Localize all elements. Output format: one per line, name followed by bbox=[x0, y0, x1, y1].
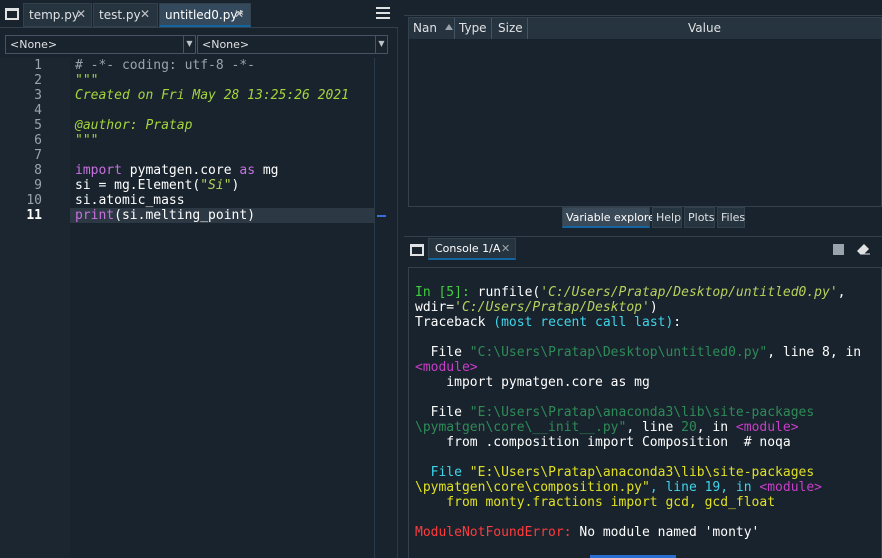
tab-label: test.py bbox=[99, 8, 141, 22]
tab-help[interactable]: Help bbox=[652, 207, 682, 228]
function-selector[interactable]: <None> ▼ bbox=[197, 35, 388, 54]
line-number: 7 bbox=[34, 148, 42, 163]
tab-plots[interactable]: Plots bbox=[684, 207, 715, 228]
console-line: File "C:\Users\Pratap\Desktop\untitled0.… bbox=[415, 345, 862, 360]
scrollbar[interactable] bbox=[374, 58, 397, 558]
console-error-line: ModuleNotFoundError: No module named 'mo… bbox=[415, 525, 760, 540]
column-header-size[interactable]: Size bbox=[492, 18, 528, 39]
console-tabbar: Console 1/A ✕ bbox=[404, 237, 882, 261]
console-line: Traceback (most recent call last): bbox=[415, 315, 682, 330]
editor-tabbar: temp.py ✕ test.py ✕ untitled0.py* ✕ bbox=[0, 0, 398, 28]
console-line: import pymatgen.core as mg bbox=[415, 375, 650, 390]
code-line: si = mg.Element("Si") bbox=[75, 178, 240, 193]
console-line: \pymatgen\core\__init__.py", line 20, in… bbox=[415, 420, 799, 435]
tab-test-py[interactable]: test.py ✕ bbox=[93, 3, 158, 27]
console-line: In [5]: runfile('C:/Users/Pratap/Desktop… bbox=[415, 285, 846, 300]
column-header-type[interactable]: Type bbox=[455, 18, 492, 39]
code-line: Created on Fri May 28 13:25:26 2021 bbox=[75, 88, 349, 103]
close-icon[interactable]: ✕ bbox=[501, 242, 510, 255]
code-line: """ bbox=[75, 133, 99, 148]
line-number: 9 bbox=[34, 178, 42, 193]
console-line: File "E:\Users\Pratap\anaconda3\lib\site… bbox=[415, 465, 815, 480]
tab-console-1-a[interactable]: Console 1/A ✕ bbox=[428, 238, 516, 260]
tab-variable-explorer[interactable]: Variable explorer bbox=[562, 207, 659, 228]
line-number: 8 bbox=[34, 163, 42, 178]
code-line: print(si.melting_point) bbox=[75, 208, 256, 223]
variable-explorer-pane: Nan Type Size Value Variable explorer He… bbox=[404, 0, 882, 232]
console-line: <module> bbox=[415, 360, 478, 375]
line-number: 1 bbox=[34, 58, 42, 73]
close-icon[interactable]: ✕ bbox=[140, 7, 150, 21]
ipython-console-pane: Console 1/A ✕ In [5]: runfile('C:/Users/… bbox=[404, 236, 882, 558]
code-editor[interactable]: 1 2 3 4 5 6 7 8 9 10 11 # -*- coding: ut… bbox=[0, 58, 397, 558]
line-number: 6 bbox=[34, 133, 42, 148]
console-output[interactable]: In [5]: runfile('C:/Users/Pratap/Desktop… bbox=[408, 267, 882, 558]
class-selector[interactable]: <None> ▼ bbox=[5, 35, 196, 54]
tab-label: untitled0.py* bbox=[165, 8, 244, 22]
menu-icon[interactable] bbox=[376, 7, 390, 19]
tab-files[interactable]: Files bbox=[717, 207, 745, 228]
tab-temp-py[interactable]: temp.py ✕ bbox=[23, 3, 92, 27]
line-number: 10 bbox=[26, 193, 42, 208]
window-options-icon[interactable] bbox=[410, 244, 424, 256]
tab-label: Console 1/A bbox=[435, 242, 501, 255]
code-line: import pymatgen.core as mg bbox=[75, 163, 279, 178]
sort-ascending-icon bbox=[445, 24, 453, 30]
class-selector-value: <None> bbox=[10, 38, 58, 51]
editor-pane: temp.py ✕ test.py ✕ untitled0.py* ✕ <Non… bbox=[0, 0, 398, 558]
console-line: \pymatgen\core\composition.py", line 19,… bbox=[415, 480, 823, 495]
chevron-down-icon: ▼ bbox=[375, 36, 387, 53]
tab-untitled0-py[interactable]: untitled0.py* ✕ bbox=[159, 3, 251, 27]
line-number: 2 bbox=[34, 73, 42, 88]
variable-explorer-toolbar bbox=[404, 0, 882, 16]
eraser-icon[interactable] bbox=[856, 243, 870, 255]
code-line: """ bbox=[75, 73, 99, 88]
console-line: wdir='C:/Users/Pratap/Desktop') bbox=[415, 300, 658, 315]
line-number: 3 bbox=[34, 88, 42, 103]
console-line: from .composition import Composition # n… bbox=[415, 435, 791, 450]
stop-icon[interactable] bbox=[833, 244, 844, 255]
function-selector-value: <None> bbox=[202, 38, 250, 51]
tab-label: temp.py bbox=[29, 8, 79, 22]
window-options-icon[interactable] bbox=[5, 8, 19, 20]
close-icon[interactable]: ✕ bbox=[234, 7, 244, 21]
code-line: # -*- coding: utf-8 -*- bbox=[75, 58, 256, 73]
code-line: si.atomic_mass bbox=[75, 193, 185, 208]
variable-table[interactable]: Nan Type Size Value bbox=[408, 17, 882, 207]
console-line: File "E:\Users\Pratap\anaconda3\lib\site… bbox=[415, 405, 815, 420]
column-header-name[interactable]: Nan bbox=[409, 18, 455, 39]
line-number: 4 bbox=[34, 103, 42, 118]
line-number-current: 11 bbox=[26, 208, 42, 223]
scroll-position-marker bbox=[377, 215, 386, 217]
chevron-down-icon: ▼ bbox=[183, 36, 195, 53]
console-line: from monty.fractions import gcd, gcd_flo… bbox=[415, 495, 776, 510]
code-line: @author: Pratap bbox=[75, 118, 193, 133]
column-header-value[interactable]: Value bbox=[528, 18, 881, 39]
line-number: 5 bbox=[34, 118, 42, 133]
close-icon[interactable]: ✕ bbox=[76, 7, 86, 21]
